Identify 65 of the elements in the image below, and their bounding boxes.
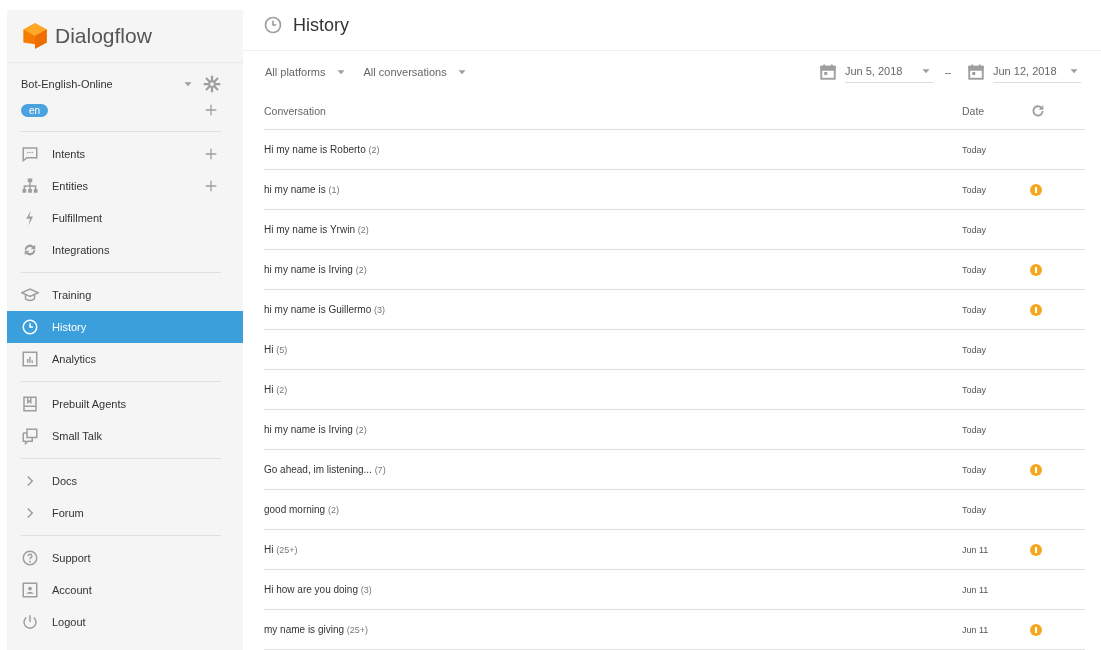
date-field[interactable]: Jun 5, 2018 (844, 60, 933, 83)
nav-item[interactable]: Logout (7, 606, 243, 638)
column-header: Conversation (264, 104, 327, 117)
nav-item[interactable]: Intents (7, 138, 243, 170)
date-text: Today (962, 504, 988, 515)
nav-item[interactable]: Prebuilt Agents (7, 388, 243, 420)
date-text: Jun 11 (962, 624, 990, 635)
settings-icon (203, 75, 221, 93)
account-icon (21, 581, 39, 599)
calendar-icon (818, 62, 837, 81)
range-dash: – (944, 65, 951, 78)
graduation-cap-icon (21, 286, 39, 304)
date-text: Jun 11 (962, 544, 990, 555)
refresh-icon (1030, 102, 1046, 119)
nav-item[interactable]: Training (7, 279, 243, 311)
nav-item[interactable]: Entities (7, 170, 243, 202)
nav-item[interactable]: Docs (7, 465, 243, 497)
nav-item[interactable]: Fulfillment (7, 202, 243, 234)
conversation-link[interactable]: hi my name is Irving (2) (264, 424, 962, 435)
power-icon (21, 613, 39, 631)
chat-bubble-icon (21, 145, 39, 163)
conversation-link[interactable]: Hi how are you doing (3) (264, 584, 962, 595)
conversation-dropdown[interactable]: All conversations (363, 64, 469, 79)
agent-name[interactable]: Bot-English-Online (21, 78, 181, 90)
date-text: Today (962, 384, 988, 395)
chat-bubbles-icon (21, 427, 39, 445)
date-text: Jun 11 (962, 584, 990, 595)
conversation-link[interactable]: my name is giving (25+) (264, 624, 962, 635)
conversation-link[interactable]: good morning (2) (264, 504, 962, 515)
date-text: Today (962, 144, 988, 155)
conversation-link[interactable]: Go ahead, im listening... (7) (264, 464, 962, 475)
help-icon (21, 549, 39, 567)
platform-dropdown[interactable]: All platforms (265, 64, 348, 79)
conversation-link[interactable]: hi my name is Guillermo (3) (264, 304, 962, 315)
clock-icon (21, 318, 39, 336)
add-icon (203, 102, 219, 118)
nav-item[interactable]: Analytics (7, 343, 243, 375)
nav-item[interactable]: Support (7, 542, 243, 574)
date-text: Today (962, 264, 988, 275)
nav-item[interactable]: Forum (7, 497, 243, 529)
page-title: History (293, 14, 349, 36)
date-text: Today (962, 304, 988, 315)
date-text: Today (962, 424, 988, 435)
date-text: Today (962, 464, 988, 475)
nav-item[interactable]: Account (7, 574, 243, 606)
logo-text: Dialogflow (55, 24, 152, 48)
bar-chart-icon (21, 350, 39, 368)
nav-item[interactable]: Small Talk (7, 420, 243, 452)
conversation-link[interactable]: Hi (5) (264, 344, 962, 355)
conversation-link[interactable]: hi my name is (1) (264, 184, 962, 195)
conversation-link[interactable]: Hi (2) (264, 384, 962, 395)
hierarchy-icon (21, 177, 39, 195)
column-header: Date (962, 104, 986, 117)
book-icon (21, 395, 39, 413)
conversation-link[interactable]: Hi my name is Yrwin (2) (264, 224, 962, 235)
date-text: Today (962, 184, 988, 195)
date-field[interactable]: Jun 12, 2018 (993, 60, 1081, 83)
date-text: Today (962, 344, 988, 355)
conversation-link[interactable]: Hi my name is Roberto (2) (264, 144, 962, 155)
clock-icon (263, 15, 283, 35)
nav-item[interactable]: Integrations (7, 234, 243, 266)
conversation-link[interactable]: hi my name is Irving (2) (264, 264, 962, 275)
calendar-icon (967, 62, 985, 81)
conversation-link[interactable]: Hi (25+) (264, 544, 962, 555)
date-text: Today (962, 224, 988, 235)
